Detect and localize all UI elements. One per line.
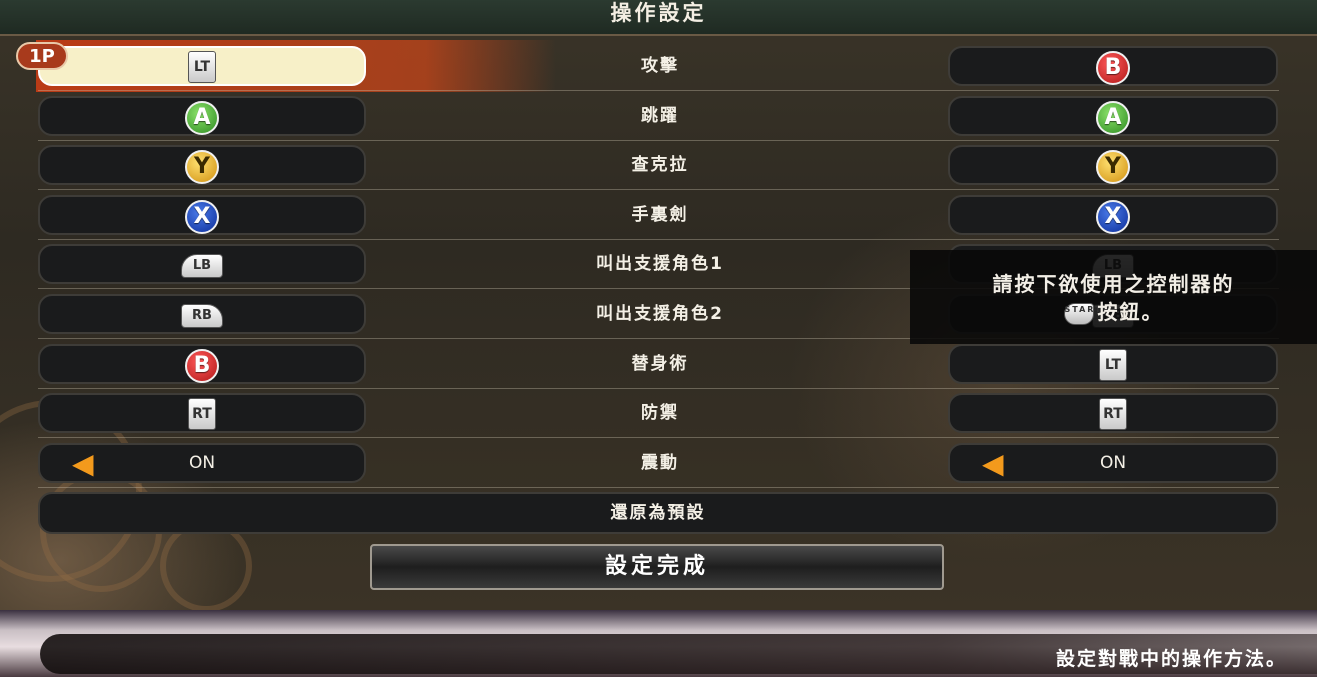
rb-bumper-icon: RB: [181, 304, 223, 328]
action-label: 手裏劍: [631, 204, 689, 225]
lt-trigger-icon: LT: [188, 51, 216, 83]
start-button-icon: START: [1063, 302, 1101, 325]
y-button-icon: Y: [1096, 150, 1130, 185]
action-label: 防禦: [641, 403, 679, 424]
y-button-icon: Y: [185, 150, 219, 185]
player2-binding-slot[interactable]: A: [948, 95, 1278, 136]
action-label: 查克拉: [631, 155, 689, 176]
player2-binding-slot[interactable]: RT: [948, 393, 1278, 434]
player1-binding-slot[interactable]: ◀ ON: [38, 442, 366, 483]
player1-binding-slot[interactable]: A: [38, 95, 366, 136]
b-button-icon: B: [185, 348, 219, 383]
player2-binding-slot[interactable]: ◀ ON: [948, 442, 1278, 483]
control-row: A A 跳躍: [0, 92, 1317, 141]
player1-binding-slot[interactable]: Y: [38, 145, 366, 186]
control-row: LT B 攻擊: [0, 42, 1317, 91]
player1-binding-slot[interactable]: B: [38, 343, 366, 384]
player1-binding-slot[interactable]: LT: [38, 46, 366, 86]
x-button-icon: X: [185, 199, 219, 234]
player2-binding-slot[interactable]: X: [948, 194, 1278, 235]
x-button-icon: X: [1096, 199, 1130, 234]
control-row: Y Y 查克拉: [0, 141, 1317, 191]
rt-trigger-icon: RT: [1099, 398, 1127, 431]
b-button-icon: B: [1096, 51, 1130, 85]
action-label: 震動: [641, 452, 679, 473]
player2-binding-slot[interactable]: LT: [948, 343, 1278, 384]
control-row: B LT 替身術: [0, 340, 1317, 389]
action-label: 替身術: [631, 353, 689, 374]
control-row: RT RT 防禦: [0, 389, 1317, 439]
lt-trigger-icon: LT: [1099, 348, 1127, 381]
action-label: 攻擊: [641, 56, 679, 76]
controller-prompt-overlay: 請按下欲使用之控制器的 START按鈕。: [910, 250, 1317, 344]
action-label: 跳躍: [641, 105, 679, 126]
row-divider: [38, 486, 1279, 488]
a-button-icon: A: [1096, 100, 1130, 135]
control-row: ◀ ON ◀ ON 震動: [0, 439, 1317, 488]
lb-bumper-icon: LB: [181, 254, 223, 279]
rt-trigger-icon: RT: [188, 398, 216, 431]
a-button-icon: A: [185, 100, 219, 135]
header-bar: 操作設定: [0, 0, 1317, 36]
footer-bar: 設定對戰中的操作方法。: [0, 610, 1317, 677]
footer-hint: 設定對戰中的操作方法。: [1055, 648, 1287, 670]
control-row: X X 手裏劍: [0, 191, 1317, 240]
action-label: 叫出支援角色1: [596, 254, 724, 275]
player1-binding-slot[interactable]: X: [38, 194, 366, 235]
prompt-line2-text: 按鈕。: [1097, 300, 1164, 324]
player1-binding-slot[interactable]: RT: [38, 393, 366, 434]
player2-binding-slot[interactable]: B: [948, 46, 1278, 86]
toggle-value: ON: [188, 452, 216, 473]
player2-binding-slot[interactable]: Y: [948, 145, 1278, 186]
prompt-line2: START按鈕。: [910, 296, 1317, 325]
toggle-value: ON: [1099, 452, 1127, 473]
player1-binding-slot[interactable]: RB: [38, 294, 366, 334]
player1-binding-slot[interactable]: LB: [38, 244, 366, 285]
page-title: 操作設定: [610, 1, 707, 25]
done-button[interactable]: 設定完成: [370, 544, 944, 590]
action-label: 叫出支援角色2: [596, 304, 724, 324]
reset-default-button[interactable]: 還原為預設: [38, 492, 1278, 534]
player-badge: 1P: [16, 42, 68, 70]
prompt-line1: 請按下欲使用之控制器的: [992, 272, 1235, 296]
